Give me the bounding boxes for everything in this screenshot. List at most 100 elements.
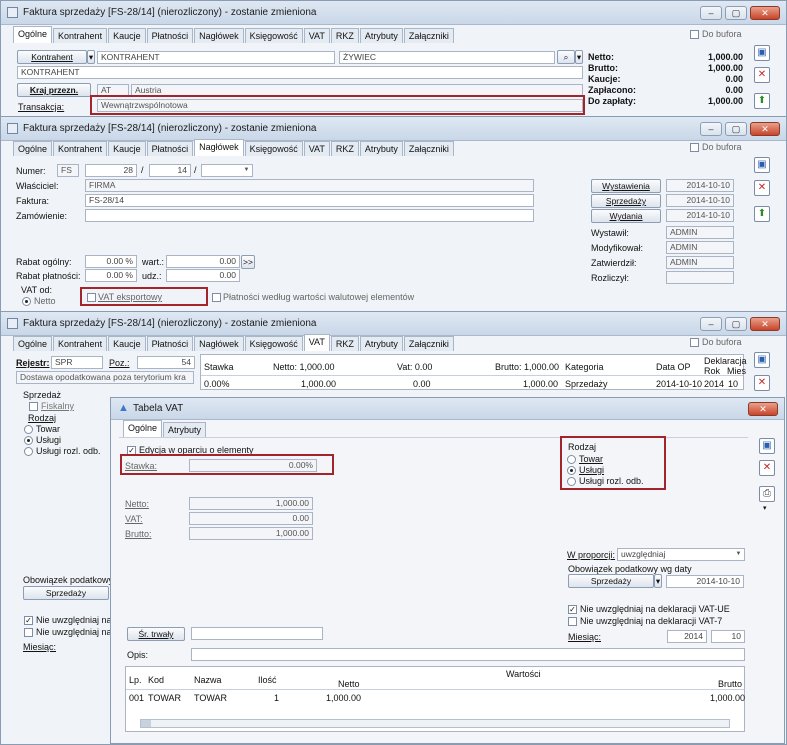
netto-radio[interactable] <box>22 297 31 306</box>
wlasciciel-select[interactable]: FIRMA <box>85 179 534 192</box>
do-bufora-checkbox[interactable] <box>690 30 699 39</box>
miesiac-mc-field[interactable]: 10 <box>711 630 745 643</box>
tab-zalaczniki[interactable]: Załączniki <box>403 336 454 351</box>
data-sprzedazy-button[interactable]: Sprzedaży <box>591 194 661 208</box>
dostawa-select[interactable]: Dostawa opodatkowana poza terytorium kra <box>16 371 194 384</box>
save-icon[interactable]: ▣ <box>754 45 770 61</box>
minimize-button[interactable]: – <box>700 6 722 20</box>
row-netto[interactable]: 1,000.00 <box>326 693 361 703</box>
data-wydania-field[interactable]: 2014-10-10 <box>666 209 734 222</box>
tab-ogolne[interactable]: Ogólne <box>13 141 53 156</box>
tab-platnosci[interactable]: Płatności <box>146 28 194 43</box>
nie-uwzgledniaj-g-checkbox[interactable] <box>24 628 33 637</box>
kraj-przeznaczenia-button[interactable]: Kraj przezn. <box>17 83 91 97</box>
minimize-button[interactable]: – <box>700 317 722 331</box>
tab-atrybuty[interactable]: Atrybuty <box>163 422 207 437</box>
chevron-down-icon[interactable]: ▾ <box>763 504 767 512</box>
platnosci-waluta-checkbox[interactable] <box>212 293 221 302</box>
row-kategoria[interactable]: Sprzedaży <box>565 379 608 389</box>
row-brutto[interactable]: 1,000.00 <box>523 379 558 389</box>
towar-radio[interactable] <box>24 425 33 434</box>
elements-table[interactable]: Wartości Lp. Kod Nazwa Ilość Netto Brutt… <box>125 666 745 732</box>
close-button[interactable]: ✕ <box>750 317 780 331</box>
tab-kontrahent[interactable]: Kontrahent <box>53 336 108 351</box>
tab-atrybuty[interactable]: Atrybuty <box>359 336 403 351</box>
col-kod[interactable]: Kod <box>148 675 164 685</box>
udz-field[interactable]: 0.00 <box>166 269 240 282</box>
search-dropdown-button[interactable]: ▾ <box>575 50 583 64</box>
close-button[interactable]: ✕ <box>748 402 778 416</box>
col-netto[interactable]: Netto <box>338 679 360 689</box>
minimize-button[interactable]: – <box>700 122 722 136</box>
kontrahent-dropdown-button[interactable]: ▾ <box>87 50 95 64</box>
horizontal-scrollbar[interactable] <box>140 719 730 728</box>
save-icon[interactable]: ▣ <box>754 157 770 173</box>
tab-ogolne[interactable]: Ogólne <box>123 420 163 437</box>
tab-naglowek[interactable]: Nagłówek <box>194 336 244 351</box>
col-kategoria[interactable]: Kategoria <box>565 362 604 372</box>
approve-icon[interactable]: ⬆ <box>754 93 770 109</box>
data-wystawienia-button[interactable]: Wystawienia <box>591 179 661 193</box>
tab-ksiegowosc[interactable]: Księgowość <box>244 141 303 156</box>
save-icon[interactable]: ▣ <box>754 352 770 368</box>
cancel-icon[interactable]: ✕ <box>754 180 770 196</box>
col-vat[interactable]: Vat: 0.00 <box>397 362 432 372</box>
save-icon[interactable]: ▣ <box>759 438 775 454</box>
tab-kaucje[interactable]: Kaucje <box>108 141 146 156</box>
approve-icon[interactable]: ⬆ <box>754 206 770 222</box>
tab-kontrahent[interactable]: Kontrahent <box>53 28 108 43</box>
fiskalny-checkbox[interactable] <box>29 402 38 411</box>
srodek-trwaly-button[interactable]: Śr. trwały <box>127 627 185 641</box>
tab-platnosci[interactable]: Płatności <box>146 141 194 156</box>
faktura-field[interactable]: FS-28/14 <box>85 194 534 207</box>
sprzedazy-button[interactable]: Sprzedaży <box>23 586 109 600</box>
scrollbar-thumb[interactable] <box>141 720 151 727</box>
tab-zalaczniki[interactable]: Załączniki <box>403 141 454 156</box>
tab-platnosci[interactable]: Płatności <box>146 336 194 351</box>
row-vat[interactable]: 0.00 <box>413 379 431 389</box>
tab-kontrahent[interactable]: Kontrahent <box>53 141 108 156</box>
kontrahent-code-field[interactable]: KONTRAHENT <box>97 51 335 64</box>
row-netto[interactable]: 1,000.00 <box>301 379 336 389</box>
sprzedazy-dropdown-button[interactable]: ▾ <box>654 574 662 588</box>
col-netto[interactable]: Netto: 1,000.00 <box>273 362 335 372</box>
tab-rkz[interactable]: RKZ <box>330 141 359 156</box>
tab-ogolne[interactable]: Ogólne <box>13 26 53 43</box>
col-stawka[interactable]: Stawka <box>204 362 234 372</box>
tab-ogolne[interactable]: Ogólne <box>13 336 53 351</box>
poz-field[interactable]: 54 <box>137 356 195 369</box>
kontrahent-name-field[interactable]: KONTRAHENT <box>17 66 583 79</box>
maximize-button[interactable]: ▢ <box>725 122 747 136</box>
row-data-op[interactable]: 2014-10-10 <box>656 379 702 389</box>
kontrahent-button[interactable]: Kontrahent <box>17 50 87 64</box>
wart-field[interactable]: 0.00 <box>166 255 240 268</box>
cancel-icon[interactable]: ✕ <box>759 460 775 476</box>
tab-rkz[interactable]: RKZ <box>330 336 359 351</box>
col-lp[interactable]: Lp. <box>129 675 142 685</box>
col-ilosc[interactable]: Ilość <box>258 675 277 685</box>
row-mies[interactable]: 10 <box>728 379 738 389</box>
tab-kaucje[interactable]: Kaucje <box>108 336 146 351</box>
col-brutto[interactable]: Brutto <box>718 679 742 689</box>
expand-button[interactable]: >> <box>241 255 255 269</box>
tab-ksiegowosc[interactable]: Księgowość <box>244 28 303 43</box>
col-nazwa[interactable]: Nazwa <box>194 675 222 685</box>
data-wydania-button[interactable]: Wydania <box>591 209 661 223</box>
col-brutto[interactable]: Brutto: 1,000.00 <box>495 362 559 372</box>
opis-field[interactable] <box>191 648 745 661</box>
tab-vat[interactable]: VAT <box>303 141 330 156</box>
tab-ksiegowosc[interactable]: Księgowość <box>244 336 303 351</box>
print-icon[interactable]: ⎙ <box>759 486 775 502</box>
uslugi-radio[interactable] <box>24 436 33 445</box>
rejestr-select[interactable]: SPR <box>51 356 103 369</box>
do-bufora-checkbox[interactable] <box>690 338 699 347</box>
tab-vat[interactable]: VAT <box>303 334 330 351</box>
row-ilosc[interactable]: 1 <box>274 693 279 703</box>
tab-atrybuty[interactable]: Atrybuty <box>359 141 403 156</box>
data-sprzedazy-field[interactable]: 2014-10-10 <box>666 194 734 207</box>
srodek-trwaly-field[interactable] <box>191 627 323 640</box>
vat-table[interactable]: Stawka Netto: 1,000.00 Vat: 0.00 Brutto:… <box>200 354 747 390</box>
rabat-platnosci-field[interactable]: 0.00 % <box>85 269 137 282</box>
city-field[interactable]: ŻYWIEC <box>339 51 555 64</box>
row-lp[interactable]: 001 <box>129 693 144 703</box>
